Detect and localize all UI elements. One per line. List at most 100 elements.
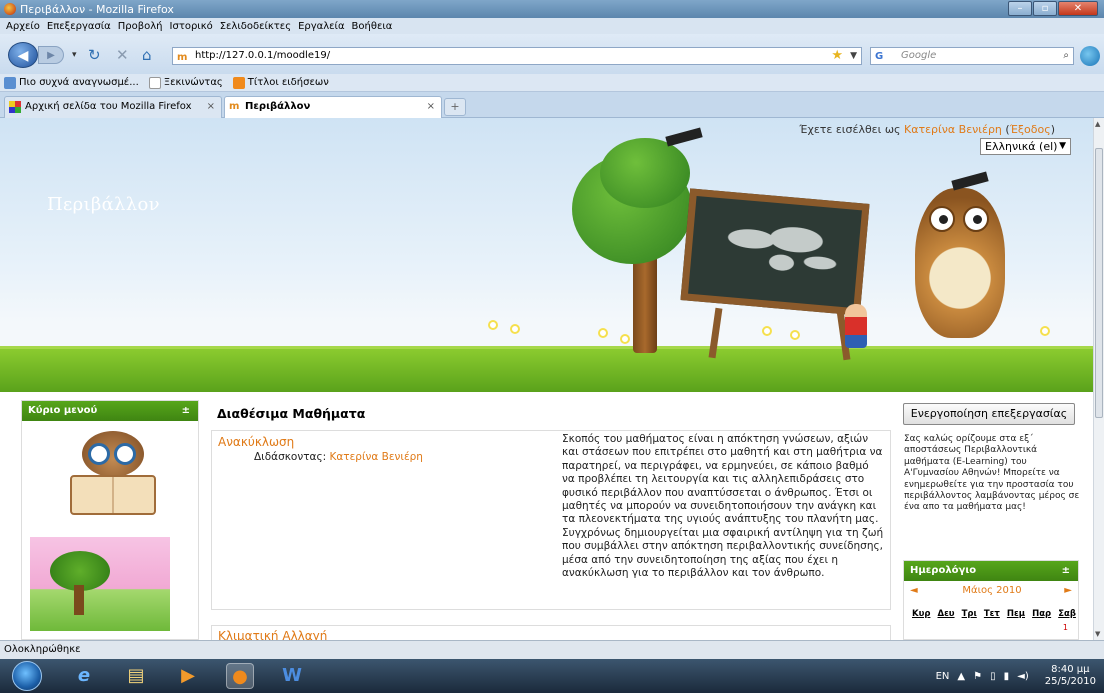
next-month-icon[interactable]: ►	[1064, 585, 1072, 596]
weekday-label: Τετ	[983, 609, 1000, 619]
flower-illustration	[598, 328, 608, 338]
chevron-down-icon: ▼	[1059, 141, 1066, 151]
moodle-site-icon: m	[177, 52, 188, 63]
header-banner: Περιβάλλον Έχετε εισέλθει ως Κατερίνα Βε…	[0, 118, 1093, 392]
login-info: Έχετε εισέλθει ως Κατερίνα Βενιέρη (Έξοδ…	[799, 123, 1055, 136]
clock[interactable]: 8:40 μμ 25/5/2010	[1037, 664, 1096, 688]
internet-explorer-icon[interactable]: e	[70, 663, 98, 689]
menu-help[interactable]: Βοήθεια	[352, 21, 393, 32]
calendar-title: Ημερολόγιο	[910, 565, 977, 576]
weekday-label: Σαβ	[1058, 609, 1076, 619]
user-link[interactable]: Κατερίνα Βενιέρη	[904, 123, 1002, 136]
course-summary: Σκοπός του μαθήματος είναι η απόκτηση γν…	[562, 433, 884, 580]
weekday-label: Πεμ	[1006, 609, 1026, 619]
welcome-text: Σας καλώς ορίζουμε στα εξ΄ αποστάσεως Πε…	[904, 434, 1080, 513]
file-explorer-icon[interactable]: ▤	[122, 663, 150, 689]
start-button[interactable]	[12, 661, 42, 691]
tree-trunk-illustration	[74, 585, 84, 615]
menu-view[interactable]: Προβολή	[118, 21, 163, 32]
site-title: Περιβάλλον	[47, 194, 160, 215]
flag-icon[interactable]: ⚑	[973, 671, 982, 682]
menu-bookmarks[interactable]: Σελιδοδείκτες	[220, 21, 291, 32]
bookmark-label: Ξεκινώντας	[163, 77, 223, 88]
bookmark-most-visited[interactable]: Πιο συχνά αναγνωσμέ...	[4, 76, 139, 89]
language-select[interactable]: Ελληνικά (el) ▼	[980, 138, 1071, 155]
reload-icon[interactable]: ↻	[88, 46, 101, 64]
tab-favicon	[9, 101, 21, 113]
firefox-taskbar-icon[interactable]: ●	[226, 663, 254, 689]
url-bar[interactable]: m http://127.0.0.1/moodle19/ ★ ▼	[172, 47, 862, 65]
flower-illustration	[790, 330, 800, 340]
menu-tools[interactable]: Εργαλεία	[298, 21, 344, 32]
url-dropdown-icon[interactable]: ▼	[850, 48, 857, 64]
tab-environment[interactable]: m Περιβάλλον ×	[224, 96, 442, 118]
bookmark-news[interactable]: Τίτλοι ειδήσεων	[232, 76, 329, 89]
window-titlebar: Περιβάλλον - Mozilla Firefox – ▫ ✕	[0, 0, 1104, 18]
search-icon[interactable]: ⌕	[1063, 48, 1069, 64]
tab-label: Περιβάλλον	[245, 101, 311, 112]
login-prefix: Έχετε εισέλθει ως	[799, 123, 905, 136]
network-icon[interactable]: ▮	[1004, 671, 1010, 682]
clock-date: 25/5/2010	[1044, 676, 1096, 687]
block-toggle-icon[interactable]: ±	[1062, 561, 1070, 581]
menu-edit[interactable]: Επεξεργασία	[47, 21, 111, 32]
page-title: Διαθέσιμα Μαθήματα	[217, 406, 366, 421]
bookmark-getting-started[interactable]: Ξεκινώντας	[148, 76, 223, 89]
maximize-button[interactable]: ▫	[1033, 1, 1057, 16]
stop-icon[interactable]: ✕	[116, 46, 129, 64]
back-button[interactable]: ◀	[8, 42, 38, 68]
google-icon[interactable]: G	[875, 49, 883, 65]
owl-eye	[929, 206, 955, 232]
page-scrollbar[interactable]: ▲ ▼	[1093, 118, 1104, 640]
new-tab-button[interactable]: +	[444, 98, 466, 116]
goggle-icon	[88, 443, 110, 465]
owl-illustration	[915, 188, 1005, 338]
weekday-label: Τρι	[961, 609, 977, 619]
close-tab-icon[interactable]: ×	[207, 97, 215, 117]
language-indicator[interactable]: EN	[936, 671, 950, 682]
teacher-link[interactable]: Κατερίνα Βενιέρη	[330, 451, 423, 463]
bookmark-label: Τίτλοι ειδήσεων	[247, 77, 329, 88]
bookmarks-toolbar: Πιο συχνά αναγνωσμέ... Ξεκινώντας Τίτλοι…	[0, 74, 1104, 92]
scrollbar-thumb[interactable]	[1095, 148, 1103, 418]
weekday-label: Κυρ	[912, 609, 931, 619]
blackboard-illustration	[680, 188, 870, 316]
status-bar: Ολοκληρώθηκε	[0, 640, 1104, 659]
calendar-month[interactable]: Μάιος 2010	[904, 585, 1080, 596]
block-toggle-icon[interactable]: ±	[182, 401, 190, 421]
tray-expand-icon[interactable]: ▲	[957, 671, 965, 682]
bookmark-star-icon[interactable]: ★	[831, 48, 843, 64]
scroll-up-icon[interactable]: ▲	[1095, 120, 1100, 128]
owl-eye	[963, 206, 989, 232]
course-link[interactable]: Κλιματική Αλλαγή	[218, 629, 327, 640]
menu-file[interactable]: Αρχείο	[6, 21, 40, 32]
home-icon[interactable]: ⌂	[142, 46, 152, 64]
history-dropdown-icon[interactable]: ▾	[72, 46, 77, 64]
forward-button[interactable]: ▶	[38, 46, 64, 64]
media-player-icon[interactable]: ▶	[174, 663, 202, 689]
minimize-button[interactable]: –	[1008, 1, 1032, 16]
flower-illustration	[620, 334, 630, 344]
scroll-down-icon[interactable]: ▼	[1095, 630, 1100, 638]
close-window-button[interactable]: ✕	[1058, 1, 1098, 16]
logout-close: )	[1050, 123, 1055, 136]
calendar-day[interactable]: 1	[1063, 623, 1068, 632]
turn-editing-on-button[interactable]: Ενεργοποίηση επεξεργασίας	[903, 403, 1075, 425]
addon-icon[interactable]	[1080, 46, 1100, 66]
volume-icon[interactable]: ◄)	[1017, 671, 1029, 682]
calendar-header: Ημερολόγιο ±	[904, 561, 1078, 581]
word-icon[interactable]: W	[278, 663, 306, 689]
main-menu-block: Κύριο μενού ±	[21, 400, 199, 640]
window-title: Περιβάλλον - Mozilla Firefox	[20, 2, 174, 16]
clock-time: 8:40 μμ	[1051, 664, 1090, 675]
course-link[interactable]: Ανακύκλωση	[218, 435, 294, 449]
logout-link[interactable]: Έξοδος	[1010, 123, 1051, 136]
battery-icon[interactable]: ▯	[990, 671, 996, 682]
close-tab-icon[interactable]: ×	[427, 97, 435, 117]
kids-tree-image	[30, 537, 170, 631]
search-input[interactable]: G Google ⌕	[870, 47, 1074, 65]
weekday-label: Δευ	[937, 609, 955, 619]
menu-history[interactable]: Ιστορικό	[170, 21, 213, 32]
rss-icon	[232, 76, 245, 89]
tab-firefox-home[interactable]: Αρχική σελίδα του Mozilla Firefox ×	[4, 96, 222, 118]
